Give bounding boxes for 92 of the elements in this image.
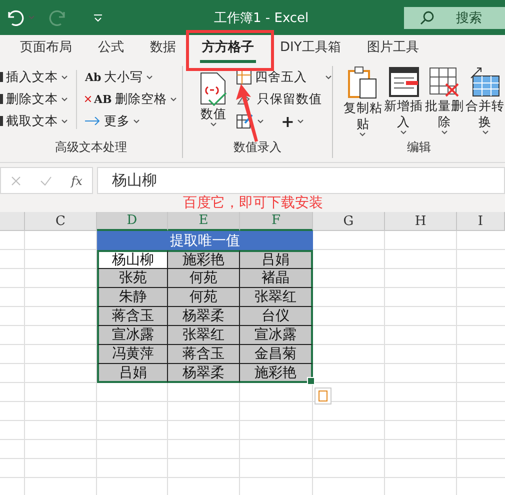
- edit-table-icon: [236, 113, 254, 129]
- ribbon-button[interactable]: 新增插入: [384, 66, 424, 139]
- group-label: 数值录入: [232, 139, 282, 156]
- ribbon-button[interactable]: 批量删除: [424, 66, 464, 139]
- table-cell: 冯黄萍: [97, 345, 168, 364]
- ribbon-button[interactable]: +: [281, 110, 304, 132]
- column-header[interactable]: F: [240, 212, 313, 231]
- table-header: 提取唯一值: [97, 231, 313, 250]
- caret-icon: [170, 96, 177, 102]
- caret-icon: [440, 130, 448, 135]
- caret-icon: [133, 118, 140, 124]
- table-cell: 何苑: [168, 269, 240, 288]
- caret-icon: [61, 118, 68, 124]
- ribbon-button[interactable]: 删除文本: [0, 88, 68, 110]
- table-cell: 吕娟: [240, 250, 313, 269]
- table-cell: 蒋含玉: [97, 307, 168, 326]
- column-header[interactable]: C: [25, 212, 97, 231]
- table-cell: 杨翠柔: [168, 307, 240, 326]
- table-cell: 施彩艳: [240, 364, 313, 383]
- column-header[interactable]: D: [97, 212, 168, 231]
- bar-icon: [0, 72, 3, 82]
- caret-icon: [210, 122, 217, 127]
- table-cell: 张苑: [97, 269, 168, 288]
- table-cell: 朱静: [97, 288, 168, 307]
- paste-options-icon[interactable]: [314, 387, 332, 405]
- table-cell: 张翠红: [168, 326, 240, 345]
- caret-icon: [297, 118, 304, 124]
- table-cell: 宣冰露: [97, 326, 168, 345]
- ribbon-tab[interactable]: DIY工具箱: [278, 34, 343, 63]
- caret-icon: [61, 96, 68, 102]
- caret-icon: [28, 15, 35, 20]
- undo-icon[interactable]: [6, 10, 24, 26]
- table-cell: 台仪: [240, 307, 313, 326]
- ribbon-tab[interactable]: 数据: [148, 34, 178, 63]
- caret-icon: [482, 130, 489, 135]
- table-cell: 吕娟: [97, 364, 168, 383]
- ribbon-button[interactable]: 四舍五入: [236, 66, 332, 88]
- ribbon-tab[interactable]: 公式: [96, 34, 126, 63]
- number-button[interactable]: 数值: [197, 72, 230, 139]
- ribbon-button[interactable]: Ab 大小写: [85, 66, 177, 88]
- bar-icon: [0, 94, 3, 104]
- form-insert-icon: [388, 66, 420, 98]
- table-cell: 杨山柳: [97, 250, 168, 269]
- enter-check-icon[interactable]: [40, 176, 52, 186]
- cancel-icon[interactable]: [10, 176, 21, 186]
- column-header[interactable]: [0, 212, 25, 231]
- bar-icon: [0, 116, 3, 126]
- group-label: 编辑: [406, 139, 432, 156]
- fill-handle[interactable]: [307, 377, 315, 385]
- delete-grid-icon: [428, 66, 460, 98]
- merge-grid-icon: [469, 66, 502, 98]
- ribbon-button[interactable]: 截取文本: [0, 110, 68, 132]
- caret-icon: [146, 74, 154, 80]
- caret-icon: [61, 74, 68, 80]
- ribbon-tab[interactable]: 图片工具: [364, 34, 421, 63]
- ribbon-tab[interactable]: 页面布局: [18, 34, 74, 63]
- search-field[interactable]: 搜索: [404, 6, 505, 28]
- table-cell: 杨翠柔: [168, 364, 240, 383]
- ribbon-button[interactable]: AB 删除空格: [85, 88, 177, 110]
- customize-icon[interactable]: [93, 14, 103, 22]
- table-cell: 蒋含玉: [168, 345, 240, 364]
- caret-icon: [325, 74, 332, 80]
- formula-input[interactable]: 杨山柳: [97, 167, 505, 194]
- table-cell: 金昌菊: [240, 345, 313, 364]
- table-icon: [236, 69, 252, 85]
- ribbon-button[interactable]: 合并转换: [465, 66, 505, 139]
- table-cell: 何苑: [168, 288, 240, 307]
- insert-function-button[interactable]: fx: [71, 174, 82, 188]
- column-header[interactable]: G: [313, 212, 385, 231]
- column-header[interactable]: I: [457, 212, 505, 231]
- ribbon-button[interactable]: 更多: [85, 110, 177, 132]
- ribbon-button[interactable]: 插入文本: [0, 66, 68, 88]
- caret-icon: [400, 130, 408, 135]
- table-cell: 褚晶: [240, 269, 313, 288]
- column-header[interactable]: H: [385, 212, 457, 231]
- table-cell: 施彩艳: [168, 250, 240, 269]
- clipboard-icon: [346, 66, 379, 100]
- ribbon-button[interactable]: 只保留数值: [257, 88, 322, 110]
- table-cell: 宣冰露: [240, 326, 313, 345]
- delete-x-icon: [85, 96, 91, 102]
- document-check-icon: [198, 72, 228, 106]
- ribbon-button[interactable]: 复制粘贴: [343, 66, 383, 139]
- redo-icon[interactable]: [49, 10, 67, 26]
- annotation-text: 百度它，即可下载安装: [183, 194, 323, 212]
- search-icon: [420, 10, 434, 24]
- table-cell: 张翠红: [240, 288, 313, 307]
- arrow-right-icon: [85, 117, 101, 125]
- window-title: 工作簿1 - Excel: [214, 10, 309, 26]
- caret-icon: [359, 132, 366, 137]
- caret-icon: [257, 118, 264, 124]
- group-label: 高级文本处理: [54, 139, 128, 156]
- column-header[interactable]: E: [168, 212, 240, 231]
